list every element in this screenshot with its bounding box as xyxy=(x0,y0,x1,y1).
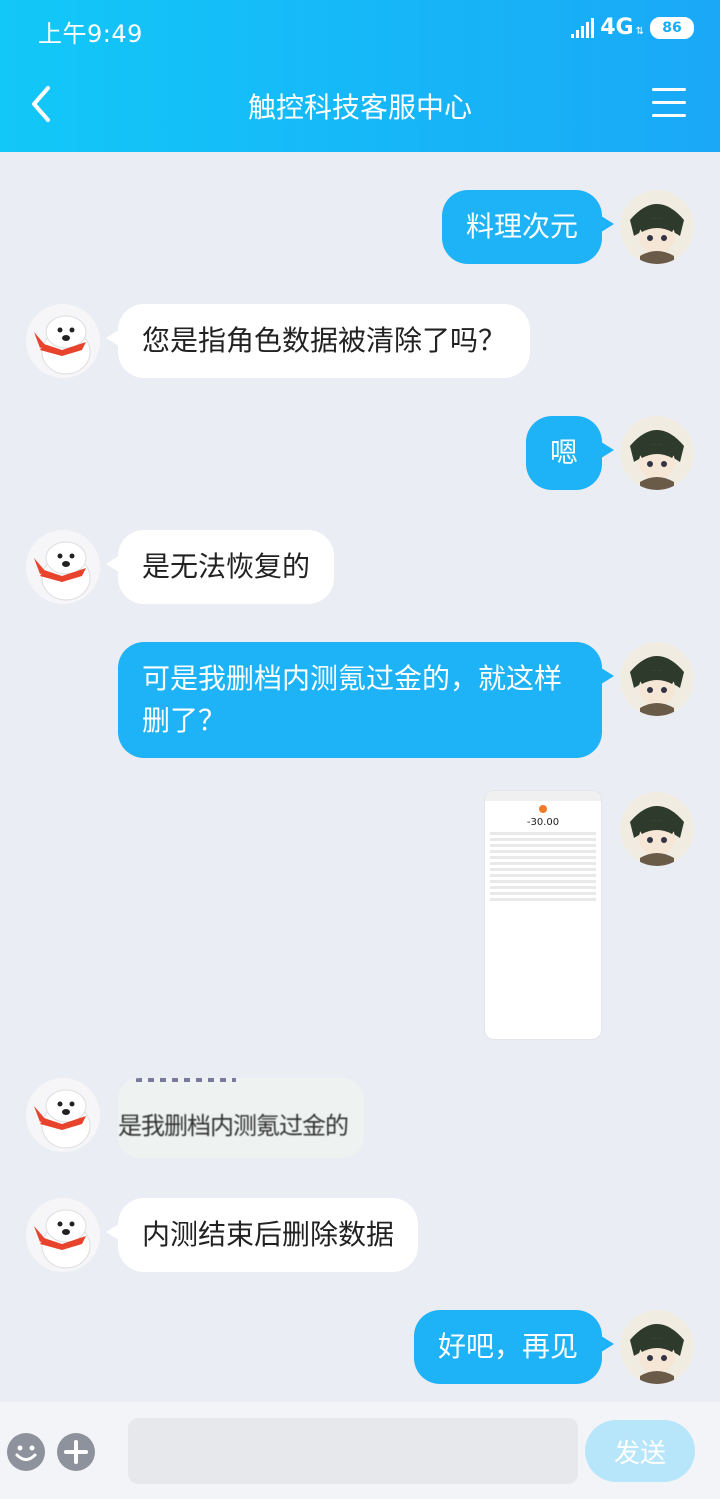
message-bubble-incoming[interactable]: 内测结束后删除数据 xyxy=(105,1198,419,1272)
page-title: 触控科技客服中心 xyxy=(247,91,472,124)
receipt-amount: -30.00 xyxy=(526,817,560,828)
receipt-screenshot-image[interactable]: -30.00 xyxy=(484,790,602,1040)
message-bubble-outgoing[interactable]: 嗯 xyxy=(525,416,615,490)
emoji-icon[interactable] xyxy=(6,1432,46,1472)
user-avatar[interactable] xyxy=(620,792,694,866)
user-avatar[interactable] xyxy=(620,416,694,490)
user-avatar[interactable] xyxy=(620,190,694,264)
app-header: 上午9:49 4G ⇅ 86 触控科技客服中心 xyxy=(0,0,720,152)
user-avatar[interactable] xyxy=(620,642,694,716)
message-input[interactable] xyxy=(128,1418,578,1484)
status-indicators: 4G ⇅ 86 xyxy=(571,15,694,40)
receipt-topbar xyxy=(485,791,601,801)
message-bubble-incoming[interactable]: 您是指角色数据被清除了吗？ xyxy=(105,304,531,378)
network-type: 4G xyxy=(600,15,634,40)
support-avatar[interactable] xyxy=(26,1198,100,1272)
battery-icon: 86 xyxy=(650,16,694,39)
quoted-image[interactable]: 是我删档内测氪过金的 xyxy=(118,1078,364,1158)
send-button[interactable]: 发送 xyxy=(585,1420,695,1482)
signal-icon xyxy=(571,17,595,38)
support-avatar[interactable] xyxy=(26,304,100,378)
chat-area[interactable]: 料理次元 您是指角色数据被清除了吗？ 嗯 是无法恢复的 可是我删档内测氪过金的，… xyxy=(0,152,720,1402)
quoted-image-text: 是我删档内测氪过金的 xyxy=(118,1112,349,1140)
status-time: 上午9:49 xyxy=(38,20,143,48)
merchant-logo-icon xyxy=(539,805,547,813)
message-bubble-outgoing[interactable]: 好吧，再见 xyxy=(413,1310,615,1384)
support-avatar[interactable] xyxy=(26,530,100,604)
data-arrows-icon: ⇅ xyxy=(635,26,644,37)
user-avatar[interactable] xyxy=(620,1310,694,1384)
message-bubble-incoming[interactable]: 是无法恢复的 xyxy=(105,530,335,604)
plus-icon[interactable] xyxy=(56,1432,96,1472)
message-bubble-outgoing[interactable]: 可是我删档内测氪过金的，就这样删了？ xyxy=(118,642,614,758)
menu-icon[interactable] xyxy=(652,88,686,118)
input-bar: 发送 xyxy=(0,1402,720,1499)
support-avatar[interactable] xyxy=(26,1078,100,1152)
message-bubble-outgoing[interactable]: 料理次元 xyxy=(441,190,615,264)
